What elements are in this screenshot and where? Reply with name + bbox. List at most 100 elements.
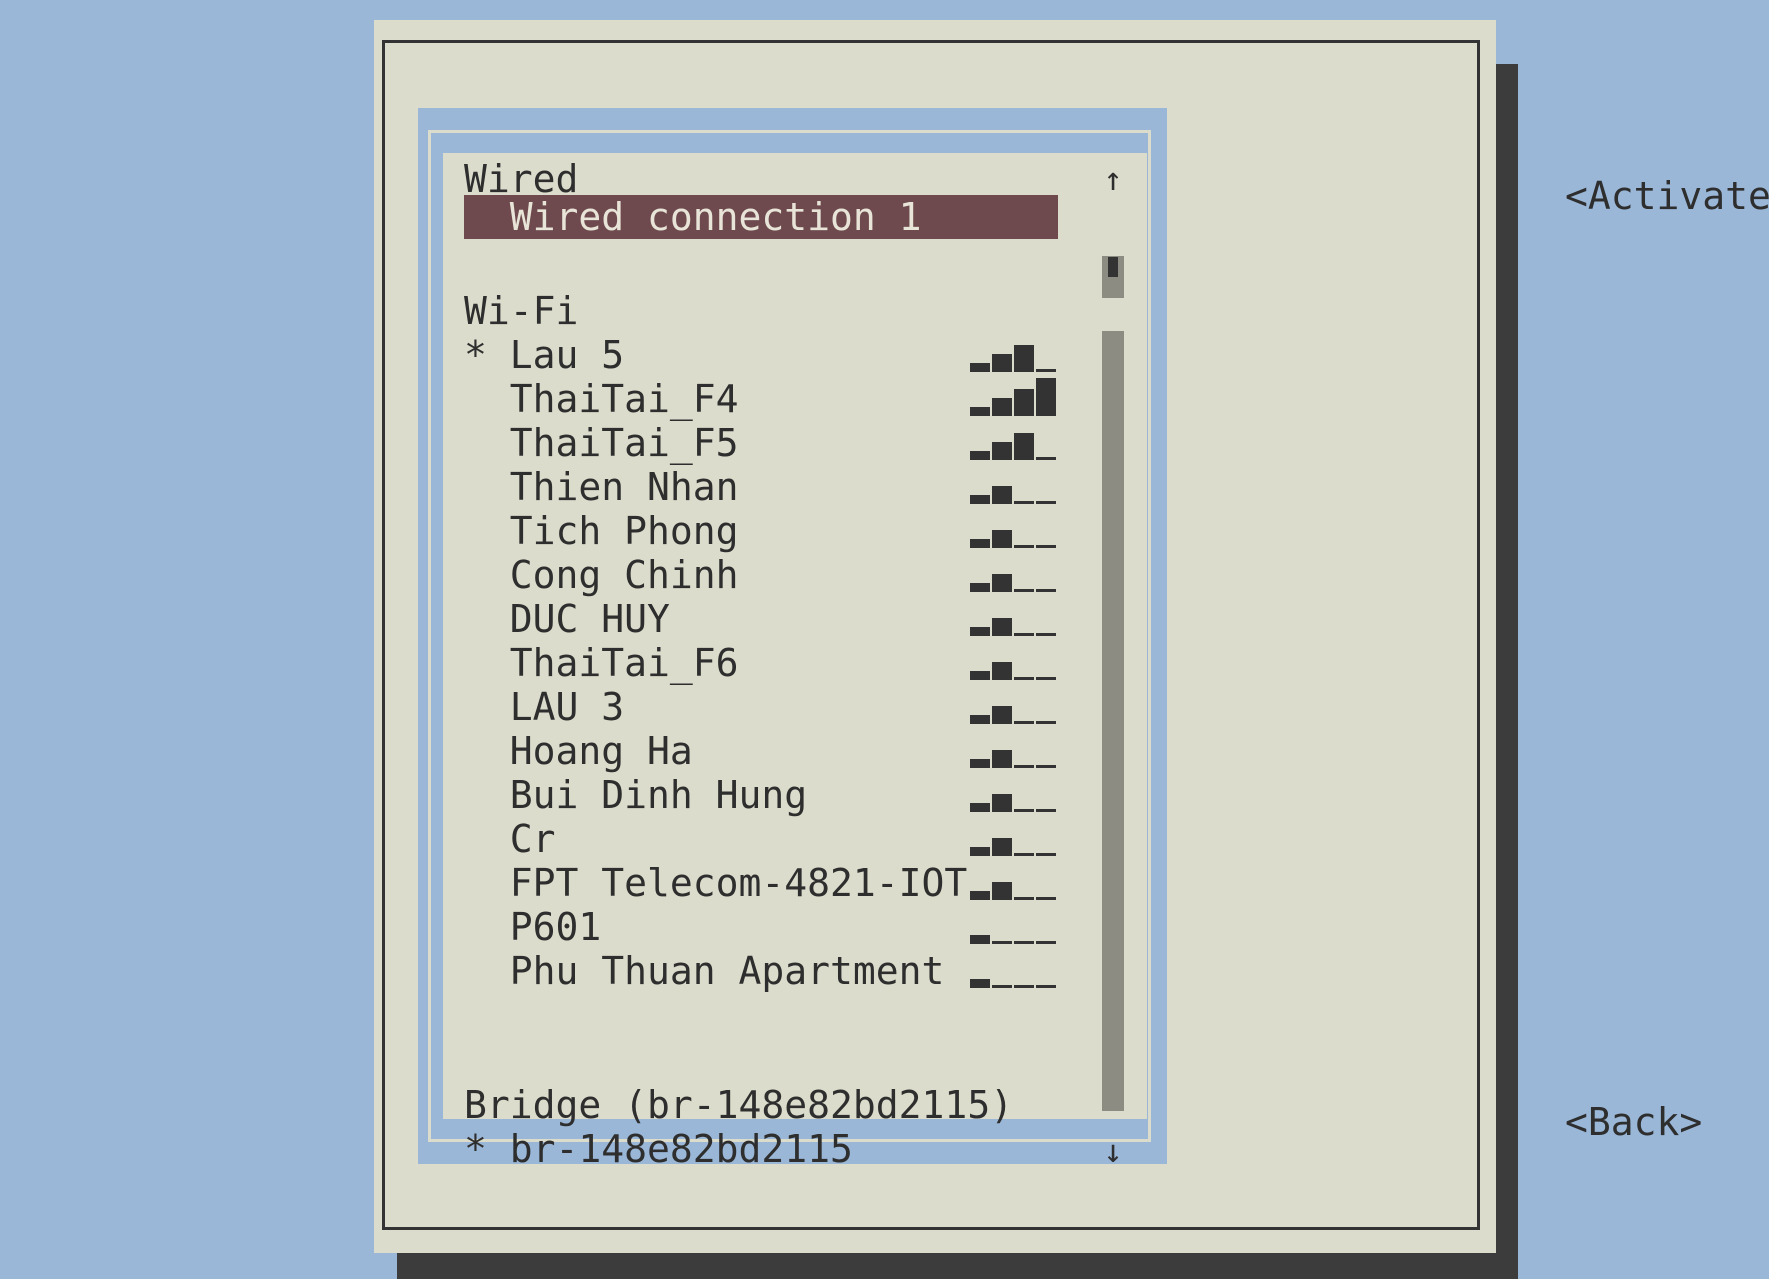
signal-bar (1014, 985, 1034, 988)
signal-strength-icon (970, 554, 1058, 592)
signal-bar (1014, 721, 1034, 724)
signal-bar (970, 495, 990, 504)
signal-bar (970, 451, 990, 460)
signal-bar (970, 847, 990, 856)
wifi-network-item[interactable]: Tich Phong (464, 509, 739, 553)
signal-bar (970, 891, 990, 900)
signal-bar (1014, 345, 1034, 372)
connection-list-frame: Wired Wired connection 1 Wi-Fi * Lau 5 T… (418, 108, 1167, 1171)
signal-bar (1014, 897, 1034, 900)
signal-strength-icon (970, 730, 1058, 768)
wifi-network-item[interactable]: P601 (464, 905, 602, 949)
signal-strength-icon (970, 862, 1058, 900)
signal-bar (992, 530, 1012, 548)
wired-connection-item[interactable]: Wired connection 1 (464, 195, 1058, 239)
signal-bar (1036, 765, 1056, 768)
signal-bar (970, 671, 990, 680)
signal-bar (1036, 457, 1056, 460)
signal-bar (970, 979, 990, 988)
signal-bar (1014, 809, 1034, 812)
signal-bar (970, 715, 990, 724)
signal-bar (992, 354, 1012, 372)
signal-bar (992, 618, 1012, 636)
activate-button[interactable]: <Activate> (1565, 174, 1769, 218)
signal-bar (1036, 809, 1056, 812)
wifi-network-item[interactable]: Thien Nhan (464, 465, 739, 509)
signal-bar (970, 627, 990, 636)
signal-bar (970, 363, 990, 372)
scroll-up-arrow[interactable]: ↑ (1102, 159, 1124, 199)
wifi-network-item[interactable]: Bui Dinh Hung (464, 773, 807, 817)
signal-bar (992, 442, 1012, 460)
signal-strength-icon (970, 818, 1058, 856)
signal-bar (992, 838, 1012, 856)
signal-strength-icon (970, 686, 1058, 724)
signal-bar (992, 706, 1012, 724)
signal-bar (1036, 897, 1056, 900)
signal-bar (970, 539, 990, 548)
signal-strength-icon (970, 334, 1058, 372)
bridge-header: Bridge (br-148e82bd2115) (464, 1083, 1014, 1127)
connection-list-border: Wired Wired connection 1 Wi-Fi * Lau 5 T… (428, 130, 1151, 1171)
wifi-network-item[interactable]: * Lau 5 (464, 333, 624, 377)
signal-bar (992, 794, 1012, 812)
signal-bar (970, 583, 990, 592)
wifi-network-item[interactable]: Cr (464, 817, 556, 861)
signal-bar (992, 985, 1012, 988)
signal-bar (1014, 853, 1034, 856)
wifi-network-item[interactable]: Cong Chinh (464, 553, 739, 597)
signal-bar (992, 750, 1012, 768)
wifi-network-item[interactable]: Phu Thuan Apartment (464, 949, 945, 993)
wifi-network-item[interactable]: ThaiTai_F6 (464, 641, 739, 685)
signal-bar (992, 398, 1012, 416)
signal-bar (1014, 941, 1034, 944)
signal-bar (1014, 765, 1034, 768)
bridge-connection-item[interactable]: * br-148e82bd2115 (464, 1127, 853, 1171)
signal-bar (1014, 501, 1034, 504)
wifi-network-item[interactable]: ThaiTai_F4 (464, 377, 739, 421)
scroll-down-arrow[interactable]: ↓ (1102, 1131, 1124, 1171)
signal-bar (1036, 378, 1056, 416)
signal-bar (1036, 501, 1056, 504)
signal-strength-icon (970, 642, 1058, 680)
signal-bar (1036, 633, 1056, 636)
signal-bar (992, 882, 1012, 900)
signal-bar (1036, 589, 1056, 592)
scrollbar-track[interactable] (1102, 331, 1124, 1111)
connection-list[interactable]: Wired Wired connection 1 Wi-Fi * Lau 5 T… (443, 153, 1147, 1171)
signal-strength-icon (970, 510, 1058, 548)
scroll-position-marker (1108, 257, 1118, 277)
signal-bar (1036, 941, 1056, 944)
signal-bar (992, 486, 1012, 504)
signal-bar (1036, 985, 1056, 988)
signal-bar (1036, 721, 1056, 724)
wifi-network-item[interactable]: FPT Telecom-4821-IOT (464, 861, 968, 905)
wifi-network-item[interactable]: Hoang Ha (464, 729, 693, 773)
signal-bar (970, 759, 990, 768)
back-button[interactable]: <Back> (1565, 1100, 1702, 1144)
signal-strength-icon (970, 378, 1058, 416)
signal-bar (1036, 677, 1056, 680)
wifi-network-item[interactable]: DUC HUY (464, 597, 670, 641)
signal-bar (1014, 677, 1034, 680)
signal-strength-icon (970, 950, 1058, 988)
signal-bar (970, 407, 990, 416)
signal-bar (1014, 433, 1034, 460)
signal-bar (1014, 589, 1034, 592)
signal-bar (1014, 389, 1034, 416)
signal-bar (992, 662, 1012, 680)
wifi-network-item[interactable]: LAU 3 (464, 685, 624, 729)
signal-bar (1014, 633, 1034, 636)
signal-bar (1036, 853, 1056, 856)
signal-strength-icon (970, 598, 1058, 636)
wifi-network-item[interactable]: ThaiTai_F5 (464, 421, 739, 465)
signal-bar (970, 935, 990, 944)
signal-strength-icon (970, 466, 1058, 504)
wifi-header: Wi-Fi (464, 289, 579, 333)
signal-bar (1036, 545, 1056, 548)
signal-strength-icon (970, 906, 1058, 944)
signal-strength-icon (970, 774, 1058, 812)
signal-strength-icon (970, 422, 1058, 460)
signal-bar (1036, 369, 1056, 372)
signal-bar (1014, 545, 1034, 548)
